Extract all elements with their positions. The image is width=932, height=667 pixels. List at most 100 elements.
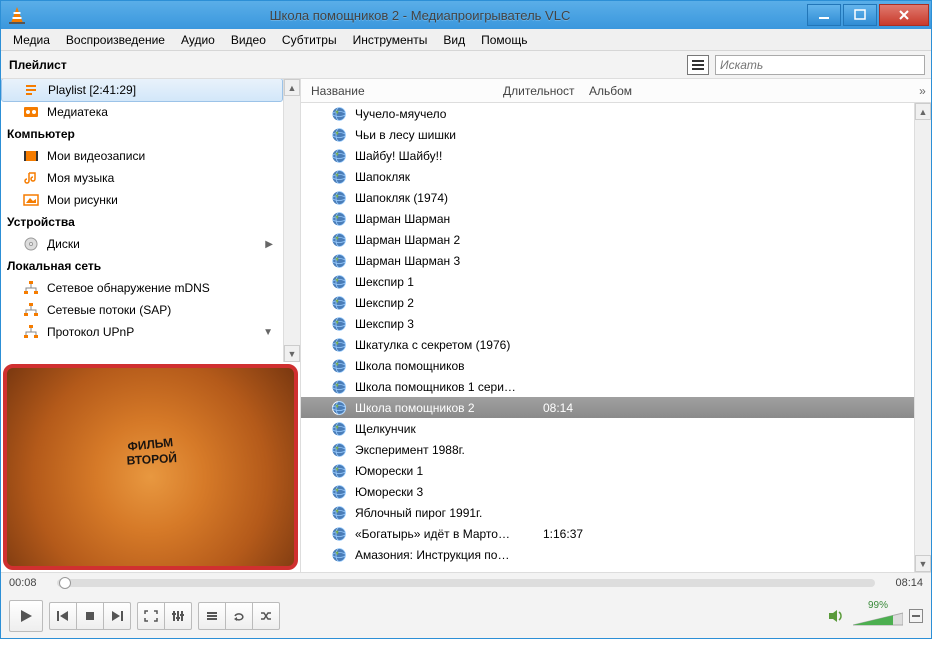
title-bar: Школа помощников 2 - Медиапроигрыватель …: [1, 1, 931, 29]
menu-view[interactable]: Вид: [435, 30, 473, 50]
close-button[interactable]: [879, 4, 929, 26]
search-input[interactable]: [715, 55, 925, 75]
row-title: Щелкунчик: [355, 422, 535, 436]
scroll-up-icon[interactable]: ▲: [284, 79, 300, 96]
playlist-row[interactable]: Щелкунчик: [301, 418, 914, 439]
sidebar-item-music[interactable]: Моя музыка: [1, 167, 283, 189]
playlist-row[interactable]: Школа помощников: [301, 355, 914, 376]
play-button[interactable]: [9, 600, 43, 632]
sidebar-library-label: Медиатека: [47, 105, 108, 119]
row-title: Эксперимент 1988г.: [355, 443, 535, 457]
scroll-up-icon[interactable]: ▲: [915, 103, 931, 120]
sidebar-item-playlist[interactable]: Playlist [2:41:29]: [1, 79, 283, 102]
time-total[interactable]: 08:14: [883, 577, 923, 589]
playlist-row[interactable]: Юморески 3: [301, 481, 914, 502]
stop-button[interactable]: [76, 602, 104, 630]
playlist-row[interactable]: Шекспир 3: [301, 313, 914, 334]
maximize-button[interactable]: [843, 4, 877, 26]
menu-audio[interactable]: Аудио: [173, 30, 223, 50]
list-view-button[interactable]: [687, 55, 709, 75]
playlist-row[interactable]: Шапокляк: [301, 166, 914, 187]
globe-icon: [331, 127, 347, 143]
playlist-row[interactable]: Шарман Шарман 3: [301, 250, 914, 271]
sidebar: Playlist [2:41:29] Медиатека Компьютер М…: [1, 79, 301, 572]
menu-playback[interactable]: Воспроизведение: [58, 30, 173, 50]
globe-icon: [331, 526, 347, 542]
globe-icon: [331, 316, 347, 332]
row-duration: 08:14: [543, 401, 623, 415]
playlist-row[interactable]: Эксперимент 1988г.: [301, 439, 914, 460]
globe-icon: [331, 274, 347, 290]
minimize-button[interactable]: [807, 4, 841, 26]
row-title: Амазония: Инструкция по…: [355, 548, 535, 562]
sidebar-item-pictures[interactable]: Мои рисунки: [1, 189, 283, 211]
sidebar-category-devices: Устройства: [1, 211, 283, 233]
sidebar-item-upnp[interactable]: Протокол UPnP ▼: [1, 321, 283, 343]
row-title: Шарман Шарман: [355, 212, 535, 226]
seek-bar[interactable]: [57, 579, 875, 587]
playlist-row[interactable]: «Богатырь» идёт в Марто…1:16:37: [301, 523, 914, 544]
sidebar-item-mdns[interactable]: Сетевое обнаружение mDNS: [1, 277, 283, 299]
shuffle-button[interactable]: [252, 602, 280, 630]
playlist-row[interactable]: Школа помощников 208:14: [301, 397, 914, 418]
scroll-down-icon[interactable]: ▼: [284, 345, 300, 362]
extended-settings-button[interactable]: [164, 602, 192, 630]
video-preview[interactable]: ФИЛЬМ ВТОРОЙ: [3, 364, 298, 570]
loop-button[interactable]: [225, 602, 253, 630]
menu-subtitles[interactable]: Субтитры: [274, 30, 345, 50]
playlist-row[interactable]: Юморески 1: [301, 460, 914, 481]
sidebar-item-videos[interactable]: Мои видеозаписи: [1, 145, 283, 167]
sidebar-upnp-label: Протокол UPnP: [47, 325, 134, 339]
playlist-row[interactable]: Шекспир 2: [301, 292, 914, 313]
row-title: Чучело-мяучело: [355, 107, 535, 121]
globe-icon: [331, 421, 347, 437]
playlist-toggle-button[interactable]: [198, 602, 226, 630]
mute-button[interactable]: [909, 609, 923, 623]
column-duration[interactable]: Длительност: [497, 80, 583, 102]
playlist-scrollbar[interactable]: ▲ ▼: [914, 103, 931, 572]
next-button[interactable]: [103, 602, 131, 630]
sidebar-scrollbar[interactable]: ▲ ▼: [283, 79, 300, 362]
sidebar-item-sap[interactable]: Сетевые потоки (SAP): [1, 299, 283, 321]
column-album[interactable]: Альбом: [583, 80, 914, 102]
playlist-row[interactable]: Амазония: Инструкция по…: [301, 544, 914, 565]
playlist-row[interactable]: Чучело-мяучело: [301, 103, 914, 124]
chevron-down-icon: ▼: [263, 327, 277, 338]
sidebar-pictures-label: Мои рисунки: [47, 193, 118, 207]
row-title: Шапокляк (1974): [355, 191, 535, 205]
playlist-row[interactable]: Яблочный пирог 1991г.: [301, 502, 914, 523]
playlist-row[interactable]: Школа помощников 1 сери…: [301, 376, 914, 397]
row-title: Шекспир 1: [355, 275, 535, 289]
video-icon: [23, 148, 39, 164]
row-title: Чьи в лесу шишки: [355, 128, 535, 142]
time-elapsed[interactable]: 00:08: [9, 577, 49, 589]
playlist-row[interactable]: Шарман Шарман 2: [301, 229, 914, 250]
menu-media[interactable]: Медиа: [5, 30, 58, 50]
playlist-row[interactable]: Шекспир 1: [301, 271, 914, 292]
menu-video[interactable]: Видео: [223, 30, 274, 50]
scroll-down-icon[interactable]: ▼: [915, 555, 931, 572]
previous-button[interactable]: [49, 602, 77, 630]
fullscreen-button[interactable]: [137, 602, 165, 630]
row-title: Шапокляк: [355, 170, 535, 184]
sidebar-item-discs[interactable]: Диски ▶: [1, 233, 283, 255]
playlist-toolbar: Плейлист: [1, 51, 931, 79]
menu-tools[interactable]: Инструменты: [345, 30, 436, 50]
speaker-icon[interactable]: [827, 602, 847, 630]
playlist-row[interactable]: Шайбу! Шайбу!!: [301, 145, 914, 166]
playlist-row[interactable]: Шапокляк (1974): [301, 187, 914, 208]
menu-help[interactable]: Помощь: [473, 30, 535, 50]
volume-slider[interactable]: [853, 611, 903, 631]
globe-icon: [331, 505, 347, 521]
playlist-row[interactable]: Шкатулка с секретом (1976): [301, 334, 914, 355]
menu-bar: Медиа Воспроизведение Аудио Видео Субтит…: [1, 29, 931, 51]
playlist-row[interactable]: Чьи в лесу шишки: [301, 124, 914, 145]
playlist-row[interactable]: Шарман Шарман: [301, 208, 914, 229]
column-title[interactable]: Название: [305, 80, 497, 102]
seek-knob[interactable]: [59, 577, 71, 589]
window-title: Школа помощников 2 - Медиапроигрыватель …: [33, 8, 807, 23]
globe-icon: [331, 232, 347, 248]
row-title: «Богатырь» идёт в Марто…: [355, 527, 535, 541]
column-menu-icon[interactable]: »: [914, 84, 931, 98]
sidebar-item-library[interactable]: Медиатека: [1, 101, 283, 123]
